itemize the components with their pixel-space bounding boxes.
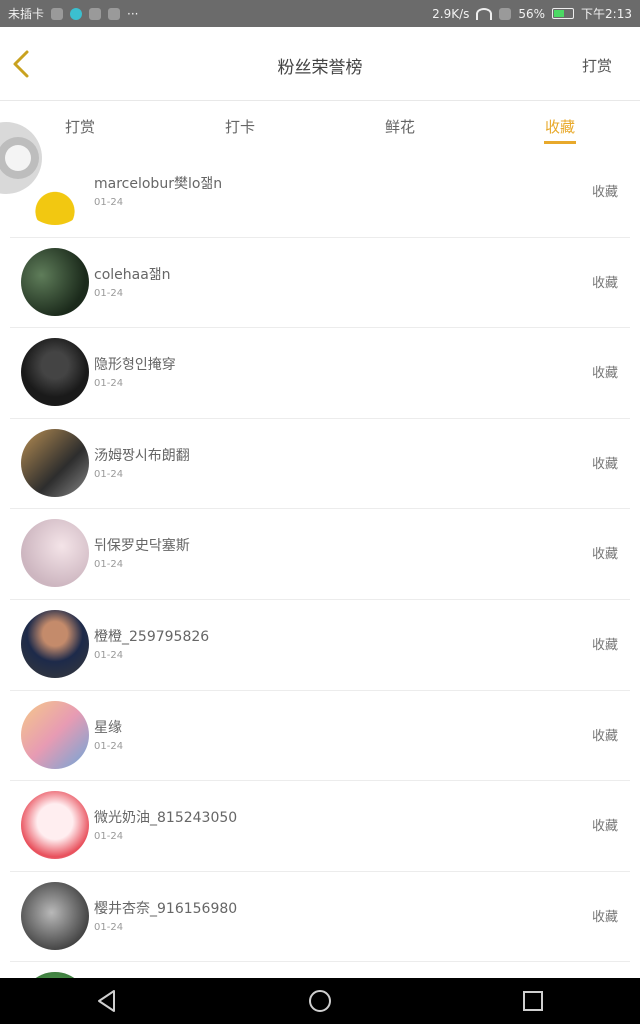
header-reward-button[interactable]: 打赏 (582, 55, 612, 76)
clock: 下午2:13 (581, 7, 632, 21)
triangle-back-icon (97, 990, 115, 1012)
user-name: marcelobur樊lo잶n (94, 176, 223, 192)
avatar (21, 700, 89, 769)
sync-icon (108, 7, 121, 20)
fan-list: marcelobur樊lo잶n 01-24 收藏 colehaa잶n 01-24… (0, 147, 640, 1024)
item-date: 01-24 (94, 197, 124, 208)
floating-ball-icon (0, 137, 39, 179)
favorite-label: 收藏 (591, 275, 618, 291)
avatar (21, 881, 89, 950)
list-item[interactable]: colehaa잶n 01-24 收藏 (10, 238, 630, 329)
system-nav-bar (0, 978, 640, 1024)
carrier-label: 未插卡 (8, 7, 45, 21)
list-item[interactable]: 星缘 01-24 收藏 (10, 691, 630, 782)
list-item[interactable]: 隐形형인掩穿 01-24 收藏 (10, 328, 630, 419)
item-date: 01-24 (94, 649, 124, 661)
item-date: 01-24 (94, 740, 124, 752)
item-date: 01-24 (94, 378, 124, 390)
network-speed: 2.9K/s (432, 6, 470, 21)
favorite-label: 收藏 (591, 909, 618, 925)
nav-recents-button[interactable] (513, 981, 553, 1021)
avatar (21, 791, 89, 860)
header: 粉丝荣誉榜 打赏 (0, 27, 640, 101)
list-item[interactable]: 뒤保罗史닥塞斯 01-24 收藏 (10, 509, 630, 600)
battery-icon (552, 8, 575, 19)
favorite-label: 收藏 (591, 366, 618, 382)
user-name: 星缘 (94, 719, 122, 736)
list-item[interactable]: marcelobur樊lo잶n 01-24 收藏 (10, 147, 630, 238)
status-right: 2.9K/s 56% 下午2:13 (432, 5, 632, 22)
user-name: colehaa잶n (94, 266, 171, 283)
item-date: 01-24 (94, 468, 124, 480)
tab-favorites[interactable]: 收藏 (480, 101, 640, 147)
wifi-icon (476, 7, 493, 20)
avatar (21, 519, 89, 588)
app-notification-icon (70, 7, 83, 20)
favorite-label: 收藏 (591, 547, 618, 563)
favorite-label: 收藏 (591, 637, 618, 653)
avatar (21, 609, 89, 678)
user-name: 汤姆짱시布朗翻 (94, 447, 190, 464)
item-date: 01-24 (94, 831, 124, 843)
avatar (21, 428, 89, 497)
user-name: 樱井杏奈_916156980 (94, 900, 238, 917)
circle-home-icon (308, 990, 331, 1012)
tab-bar: 打赏 打卡 鲜花 收藏 (0, 101, 640, 147)
favorite-label: 收藏 (591, 728, 618, 744)
user-name: 微光奶油_815243050 (94, 810, 238, 827)
battery-fill (554, 10, 565, 17)
page-title: 粉丝荣誉榜 (277, 58, 363, 78)
favorite-label: 收藏 (591, 185, 618, 200)
more-notifications-dots: ··· (127, 6, 139, 21)
battery-percent: 56% (518, 6, 546, 21)
nav-back-button[interactable] (87, 981, 127, 1021)
tab-flowers[interactable]: 鲜花 (320, 101, 480, 147)
h-icon (89, 7, 102, 20)
avatar (21, 338, 89, 407)
favorite-label: 收藏 (591, 456, 618, 472)
item-date: 01-24 (94, 287, 124, 299)
favorite-label: 收藏 (591, 819, 618, 835)
avatar (21, 247, 89, 316)
list-item[interactable]: 汤姆짱시布朗翻 01-24 收藏 (10, 419, 630, 510)
notification-icon (51, 7, 64, 20)
nav-home-button[interactable] (300, 981, 340, 1021)
tab-checkin[interactable]: 打卡 (160, 101, 320, 147)
sim-icon (499, 7, 512, 20)
list-item[interactable]: 樱井杏奈_916156980 01-24 收藏 (10, 872, 630, 963)
square-recents-icon (523, 991, 544, 1011)
user-name: 橙橙_259795826 (94, 628, 210, 645)
user-name: 隐形형인掩穿 (94, 357, 176, 374)
user-name: 뒤保罗史닥塞斯 (94, 538, 190, 555)
item-date: 01-24 (94, 559, 124, 571)
status-bar: 未插卡 ··· 2.9K/s 56% 下午2:13 (0, 0, 640, 27)
list-item[interactable]: 微光奶油_815243050 01-24 收藏 (10, 781, 630, 872)
list-item[interactable]: 橙橙_259795826 01-24 收藏 (10, 600, 630, 691)
status-left: 未插卡 ··· (8, 5, 138, 22)
item-date: 01-24 (94, 921, 124, 933)
